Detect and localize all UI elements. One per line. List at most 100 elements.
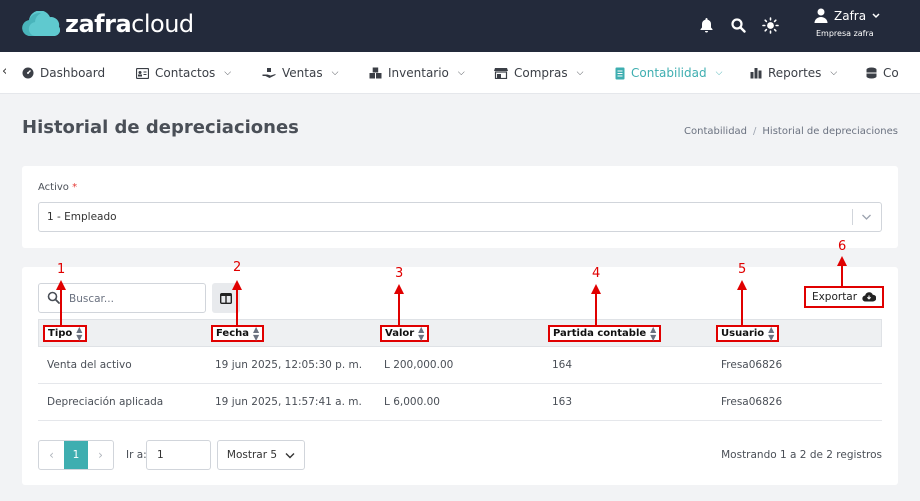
select-divider [852,209,853,225]
column-header-label: Fecha [216,328,250,339]
cloud-logo-icon [22,11,60,36]
page-title: Historial de depreciaciones [22,117,299,138]
column-toggle-button[interactable] [212,283,240,313]
chevron-down-icon: ⌵ [224,68,232,78]
annotation-number: 3 [395,266,404,281]
next-page-button[interactable]: › [88,441,113,469]
search-icon [47,291,60,304]
column-header-tipo[interactable]: Tipo ▲ ▼ [43,324,88,342]
table-row[interactable]: Venta del activo 19 jun 2025, 12:05:30 p… [38,347,882,384]
annotation-number: 1 [57,262,66,277]
activo-label-text: Activo [38,182,69,193]
sort-icon: ▲ ▼ [76,324,83,342]
annotation-number: 5 [738,262,747,277]
nav-item-compras[interactable]: Compras ⌵ [494,52,584,93]
breadcrumb-separator: / [753,126,757,137]
activo-select[interactable]: 1 - Empleado [38,202,882,232]
nav-label: Ventas [282,66,323,80]
column-header-label: Valor [385,328,415,339]
contacts-card-icon [136,67,149,79]
depreciation-table: Tipo ▲ ▼ Fecha ▲ ▼ Valor ▲ ▼ Partida contable ▲… [38,319,882,421]
column-header-partida-contable[interactable]: Partida contable ▲ ▼ [548,324,662,342]
brand-name: zafracloud [65,10,194,38]
nav-item-dashboard[interactable]: Dashboard [22,52,106,93]
sales-hand-icon [262,68,276,78]
bar-chart-icon [750,68,762,79]
cell-fecha: 19 jun 2025, 12:05:30 p. m. [215,359,363,371]
sun-theme-icon[interactable] [760,15,780,35]
sort-icon: ▲ ▼ [650,324,657,342]
bell-icon[interactable] [696,15,716,35]
nav-item-reportes[interactable]: Reportes ⌵ [750,52,838,93]
database-icon [866,67,877,79]
goto-page-input[interactable] [146,440,211,470]
column-header-valor[interactable]: Valor ▲ ▼ [380,325,430,342]
page-size-label: Mostrar 5 [226,449,278,461]
cell-usuario: Fresa06826 [721,396,783,408]
table-header: Tipo ▲ ▼ Fecha ▲ ▼ Valor ▲ ▼ Partida contable ▲… [38,319,882,347]
dashboard-icon [22,67,34,79]
cell-tipo: Venta del activo [47,359,132,371]
breadcrumb-current: Historial de depreciaciones [762,126,898,137]
activo-label: Activo * [38,182,77,193]
column-header-label: Usuario [721,328,765,339]
nav-item-inventario[interactable]: Inventario ⌵ [369,52,465,93]
cell-usuario: Fresa06826 [721,359,783,371]
column-header-usuario[interactable]: Usuario ▲ ▼ [716,324,780,342]
breadcrumb: Contabilidad / Historial de depreciaciones [684,126,898,137]
search-icon[interactable] [728,15,748,35]
chevron-down-icon: ⌵ [457,68,465,78]
chevron-down-icon: ⌵ [576,68,584,78]
logo[interactable]: zafracloud [22,10,194,38]
nav-item-contactos[interactable]: Contactos ⌵ [136,52,232,93]
breadcrumb-link-contabilidad[interactable]: Contabilidad [684,126,747,137]
nav-label: Co [883,66,899,80]
records-summary: Mostrando 1 a 2 de 2 registros [721,449,882,461]
cloud-download-icon [862,292,877,302]
columns-icon [220,292,232,304]
chevron-down-icon[interactable] [861,211,872,223]
nav-item-ventas[interactable]: Ventas ⌵ [262,52,339,93]
nav-label: Reportes [768,66,822,80]
column-header-fecha[interactable]: Fecha ▲ ▼ [211,324,265,342]
user-icon [814,8,828,23]
export-button[interactable]: Exportar [804,286,884,308]
nav-label: Dashboard [40,66,106,80]
chevron-down-icon [285,452,295,458]
table-row[interactable]: Depreciación aplicada 19 jun 2025, 11:57… [38,384,882,421]
boxes-icon [369,67,382,79]
cell-valor: L 6,000.00 [384,396,440,408]
page-size-select[interactable]: Mostrar 5 [217,440,305,470]
current-page-button[interactable]: 1 [64,441,88,469]
cell-valor: L 200,000.00 [384,359,454,371]
user-name: Zafra [834,8,867,23]
column-header-label: Tipo [48,328,73,339]
annotation-number: 6 [838,239,847,254]
sort-icon: ▲ ▼ [768,324,775,342]
search-input[interactable] [69,290,199,308]
previous-page-button[interactable]: ‹ [39,441,64,469]
nav-label: Contactos [155,66,216,80]
chevron-down-icon: ⌵ [331,68,339,78]
cell-partida: 164 [552,359,573,371]
filter-card: Activo * 1 - Empleado [22,166,898,248]
nav-label: Contabilidad [631,66,707,80]
search-box[interactable] [38,283,206,313]
nav-item-contabilidad[interactable]: Contabilidad ⌵ [615,52,723,93]
nav-item-co[interactable]: Co [866,52,899,93]
sort-icon: ▲ ▼ [253,324,260,342]
nav-scroll-left-icon[interactable]: ‹ [2,64,7,79]
goto-label: Ir a: [126,449,147,461]
cell-partida: 163 [552,396,573,408]
chevron-down-icon: ⌵ [715,68,723,78]
column-header-label: Partida contable [553,328,647,339]
brand-name-bold: zafra [65,10,132,38]
chevron-down-icon: ⌵ [830,68,838,78]
nav-label: Inventario [388,66,449,80]
ledger-icon [615,67,625,79]
user-menu[interactable]: Zafra Empresa zafra [814,8,894,44]
export-label: Exportar [811,291,858,303]
nav-label: Compras [514,66,568,80]
main-nav: ‹ Dashboard Contactos ⌵ Ventas ⌵ Inventa… [0,52,920,94]
brand-name-light: cloud [131,10,194,38]
